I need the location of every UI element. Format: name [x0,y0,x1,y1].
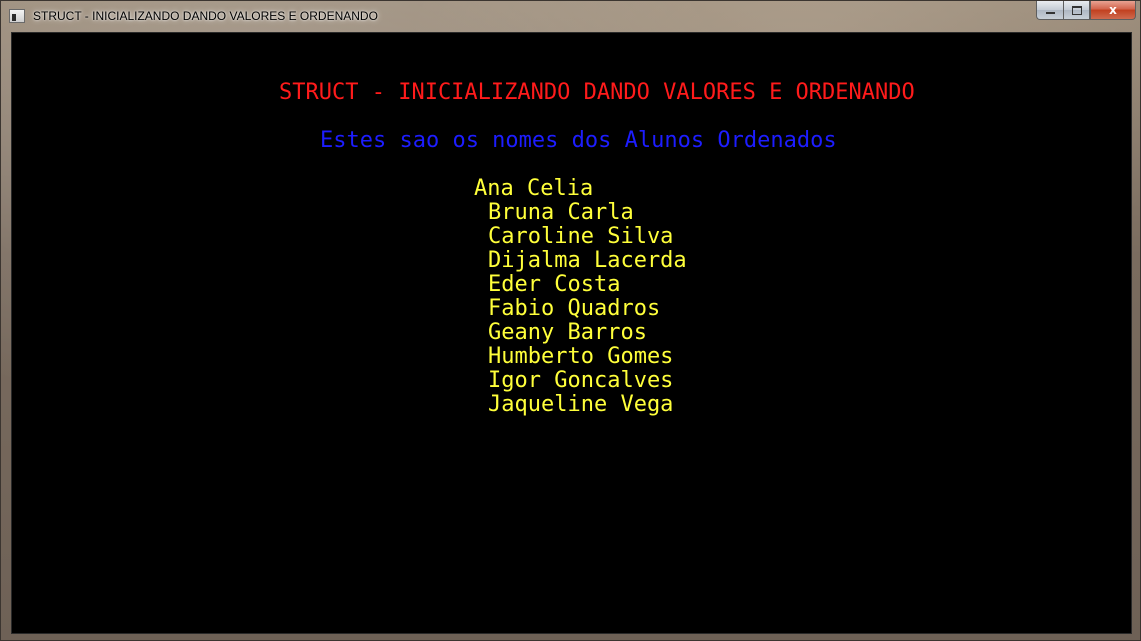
student-name: Ana Celia [474,176,594,201]
student-name: Fabio Quadros [488,296,661,321]
window-controls: x [1036,1,1136,21]
minimize-icon [1045,11,1055,14]
window-title: STRUCT - INICIALIZANDO DANDO VALORES E O… [33,9,378,23]
console-app-icon[interactable] [9,9,25,23]
student-name: Eder Costa [488,272,621,297]
console-heading: STRUCT - INICIALIZANDO DANDO VALORES E O… [279,80,915,105]
console-subheading: Estes sao os nomes dos Alunos Ordenados [320,128,837,153]
minimize-button[interactable] [1036,1,1063,20]
close-icon: x [1109,3,1117,17]
maximize-icon [1071,5,1082,15]
close-button[interactable]: x [1090,1,1136,20]
student-name: Dijalma Lacerda [488,248,687,273]
title-bar[interactable]: STRUCT - INICIALIZANDO DANDO VALORES E O… [1,1,1141,32]
maximize-button[interactable] [1063,1,1090,20]
student-name: Humberto Gomes [488,344,674,369]
console-window: STRUCT - INICIALIZANDO DANDO VALORES E O… [0,0,1141,641]
student-name: Geany Barros [488,320,647,345]
student-name: Bruna Carla [488,200,634,225]
student-name: Igor Goncalves [488,368,674,393]
student-name: Caroline Silva [488,224,674,249]
console-output[interactable]: STRUCT - INICIALIZANDO DANDO VALORES E O… [11,32,1132,634]
student-name: Jaqueline Vega [488,392,674,417]
